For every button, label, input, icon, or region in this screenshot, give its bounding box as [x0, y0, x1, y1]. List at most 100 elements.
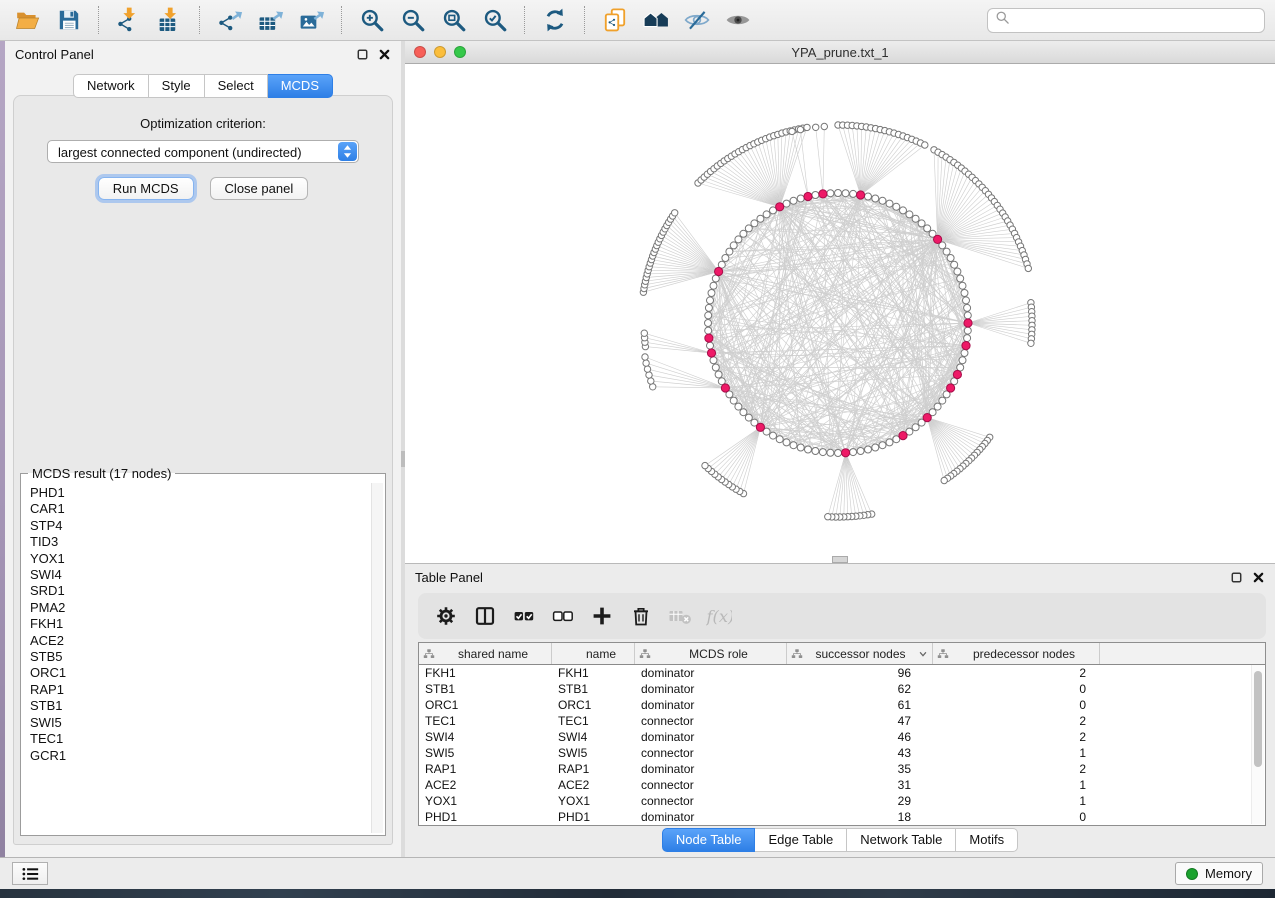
cell-shared-name[interactable]: ACE2	[419, 777, 552, 793]
cell-mcds-role[interactable]: connector	[635, 777, 787, 793]
cell-shared-name[interactable]: SWI4	[419, 729, 552, 745]
optimization-criterion-select[interactable]: largest connected component (undirected)	[47, 140, 359, 163]
zoom-in-button[interactable]	[354, 4, 390, 36]
table-row[interactable]: SWI5SWI5connector431	[419, 745, 1265, 761]
control-panel-float-button[interactable]	[356, 48, 369, 61]
tab-select[interactable]: Select	[205, 74, 268, 98]
mcds-result-item[interactable]: PHD1	[23, 485, 371, 501]
column-header-shared-name[interactable]: shared name	[419, 643, 552, 664]
export-image-button[interactable]	[294, 4, 330, 36]
add-column-button[interactable]	[588, 602, 615, 630]
cell-shared-name[interactable]: STB1	[419, 681, 552, 697]
cell-name[interactable]: FKH1	[552, 665, 635, 681]
table-settings-button[interactable]	[432, 602, 459, 630]
mcds-result-item[interactable]: PMA2	[23, 600, 371, 616]
delete-row-button[interactable]	[627, 602, 654, 630]
maximize-window-traffic-light[interactable]	[454, 46, 466, 58]
search-input[interactable]	[1010, 12, 1257, 29]
cell-name[interactable]: SWI4	[552, 729, 635, 745]
cell-mcds-role[interactable]: connector	[635, 745, 787, 761]
first-neighbors-button[interactable]	[638, 4, 674, 36]
table-row[interactable]: TEC1TEC1connector472	[419, 713, 1265, 729]
cell-mcds-role[interactable]: dominator	[635, 681, 787, 697]
show-all-button[interactable]	[720, 4, 756, 36]
mcds-result-item[interactable]: CAR1	[23, 501, 371, 517]
cell-name[interactable]: ACE2	[552, 777, 635, 793]
table-row[interactable]: ACE2ACE2connector311	[419, 777, 1265, 793]
cell-name[interactable]: TEC1	[552, 713, 635, 729]
task-history-button[interactable]	[12, 862, 48, 885]
zoom-selected-button[interactable]	[477, 4, 513, 36]
cell-name[interactable]: PHD1	[552, 809, 635, 825]
mcds-result-item[interactable]: FKH1	[23, 616, 371, 632]
close-window-traffic-light[interactable]	[414, 46, 426, 58]
cell-successor-nodes[interactable]: 18	[787, 809, 933, 825]
table-row[interactable]: RAP1RAP1dominator352	[419, 761, 1265, 777]
tab-network-table[interactable]: Network Table	[847, 828, 956, 852]
export-table-button[interactable]	[253, 4, 289, 36]
run-mcds-button[interactable]: Run MCDS	[98, 177, 194, 200]
minimize-window-traffic-light[interactable]	[434, 46, 446, 58]
table-scrollbar-thumb[interactable]	[1254, 671, 1262, 767]
table-row[interactable]: PHD1PHD1dominator180	[419, 809, 1265, 825]
clone-network-button[interactable]	[597, 4, 633, 36]
cell-shared-name[interactable]: YOX1	[419, 793, 552, 809]
table-panel-float-button[interactable]	[1230, 571, 1243, 584]
cell-successor-nodes[interactable]: 62	[787, 681, 933, 697]
hide-selected-button[interactable]	[679, 4, 715, 36]
mcds-result-item[interactable]: STB1	[23, 698, 371, 714]
mcds-result-item[interactable]: SRD1	[23, 583, 371, 599]
import-network-button[interactable]	[111, 4, 147, 36]
tab-mcds[interactable]: MCDS	[268, 74, 333, 98]
cell-predecessor-nodes[interactable]: 2	[933, 713, 1100, 729]
column-header-name[interactable]: name	[552, 643, 635, 664]
cell-name[interactable]: YOX1	[552, 793, 635, 809]
cell-shared-name[interactable]: RAP1	[419, 761, 552, 777]
table-row[interactable]: SWI4SWI4dominator462	[419, 729, 1265, 745]
mcds-result-item[interactable]: TID3	[23, 534, 371, 550]
cell-successor-nodes[interactable]: 96	[787, 665, 933, 681]
select-all-rows-button[interactable]	[510, 602, 537, 630]
memory-button[interactable]: Memory	[1175, 862, 1263, 885]
cell-successor-nodes[interactable]: 43	[787, 745, 933, 761]
cell-successor-nodes[interactable]: 31	[787, 777, 933, 793]
cell-mcds-role[interactable]: dominator	[635, 729, 787, 745]
network-graph[interactable]	[405, 64, 1275, 563]
cell-successor-nodes[interactable]: 47	[787, 713, 933, 729]
cell-successor-nodes[interactable]: 46	[787, 729, 933, 745]
zoom-fit-button[interactable]	[436, 4, 472, 36]
cell-successor-nodes[interactable]: 29	[787, 793, 933, 809]
mcds-result-scrollbar[interactable]	[371, 483, 383, 833]
tab-node-table[interactable]: Node Table	[662, 828, 756, 852]
mcds-result-item[interactable]: STP4	[23, 518, 371, 534]
cell-predecessor-nodes[interactable]: 2	[933, 729, 1100, 745]
cell-predecessor-nodes[interactable]: 1	[933, 793, 1100, 809]
mcds-result-item[interactable]: TEC1	[23, 731, 371, 747]
mcds-result-item[interactable]: YOX1	[23, 551, 371, 567]
horizontal-splitter-handle[interactable]	[832, 556, 848, 563]
cell-shared-name[interactable]: PHD1	[419, 809, 552, 825]
column-header-predecessor-nodes[interactable]: predecessor nodes	[933, 643, 1100, 664]
cell-mcds-role[interactable]: connector	[635, 793, 787, 809]
mcds-result-item[interactable]: RAP1	[23, 682, 371, 698]
mcds-result-item[interactable]: GCR1	[23, 748, 371, 764]
zoom-out-button[interactable]	[395, 4, 431, 36]
table-scrollbar[interactable]	[1251, 665, 1264, 824]
show-column-panel-button[interactable]	[471, 602, 498, 630]
cell-predecessor-nodes[interactable]: 2	[933, 665, 1100, 681]
tab-motifs[interactable]: Motifs	[956, 828, 1018, 852]
cell-predecessor-nodes[interactable]: 1	[933, 745, 1100, 761]
mcds-result-item[interactable]: ORC1	[23, 665, 371, 681]
cell-predecessor-nodes[interactable]: 0	[933, 681, 1100, 697]
control-panel-close-icon[interactable]	[378, 48, 391, 61]
cell-mcds-role[interactable]: dominator	[635, 697, 787, 713]
cell-name[interactable]: STB1	[552, 681, 635, 697]
cell-name[interactable]: SWI5	[552, 745, 635, 761]
open-file-button[interactable]	[10, 4, 46, 36]
mcds-result-item[interactable]: ACE2	[23, 633, 371, 649]
cell-mcds-role[interactable]: dominator	[635, 809, 787, 825]
mcds-result-item[interactable]: STB5	[23, 649, 371, 665]
cell-predecessor-nodes[interactable]: 0	[933, 697, 1100, 713]
tab-style[interactable]: Style	[149, 74, 205, 98]
cell-predecessor-nodes[interactable]: 0	[933, 809, 1100, 825]
